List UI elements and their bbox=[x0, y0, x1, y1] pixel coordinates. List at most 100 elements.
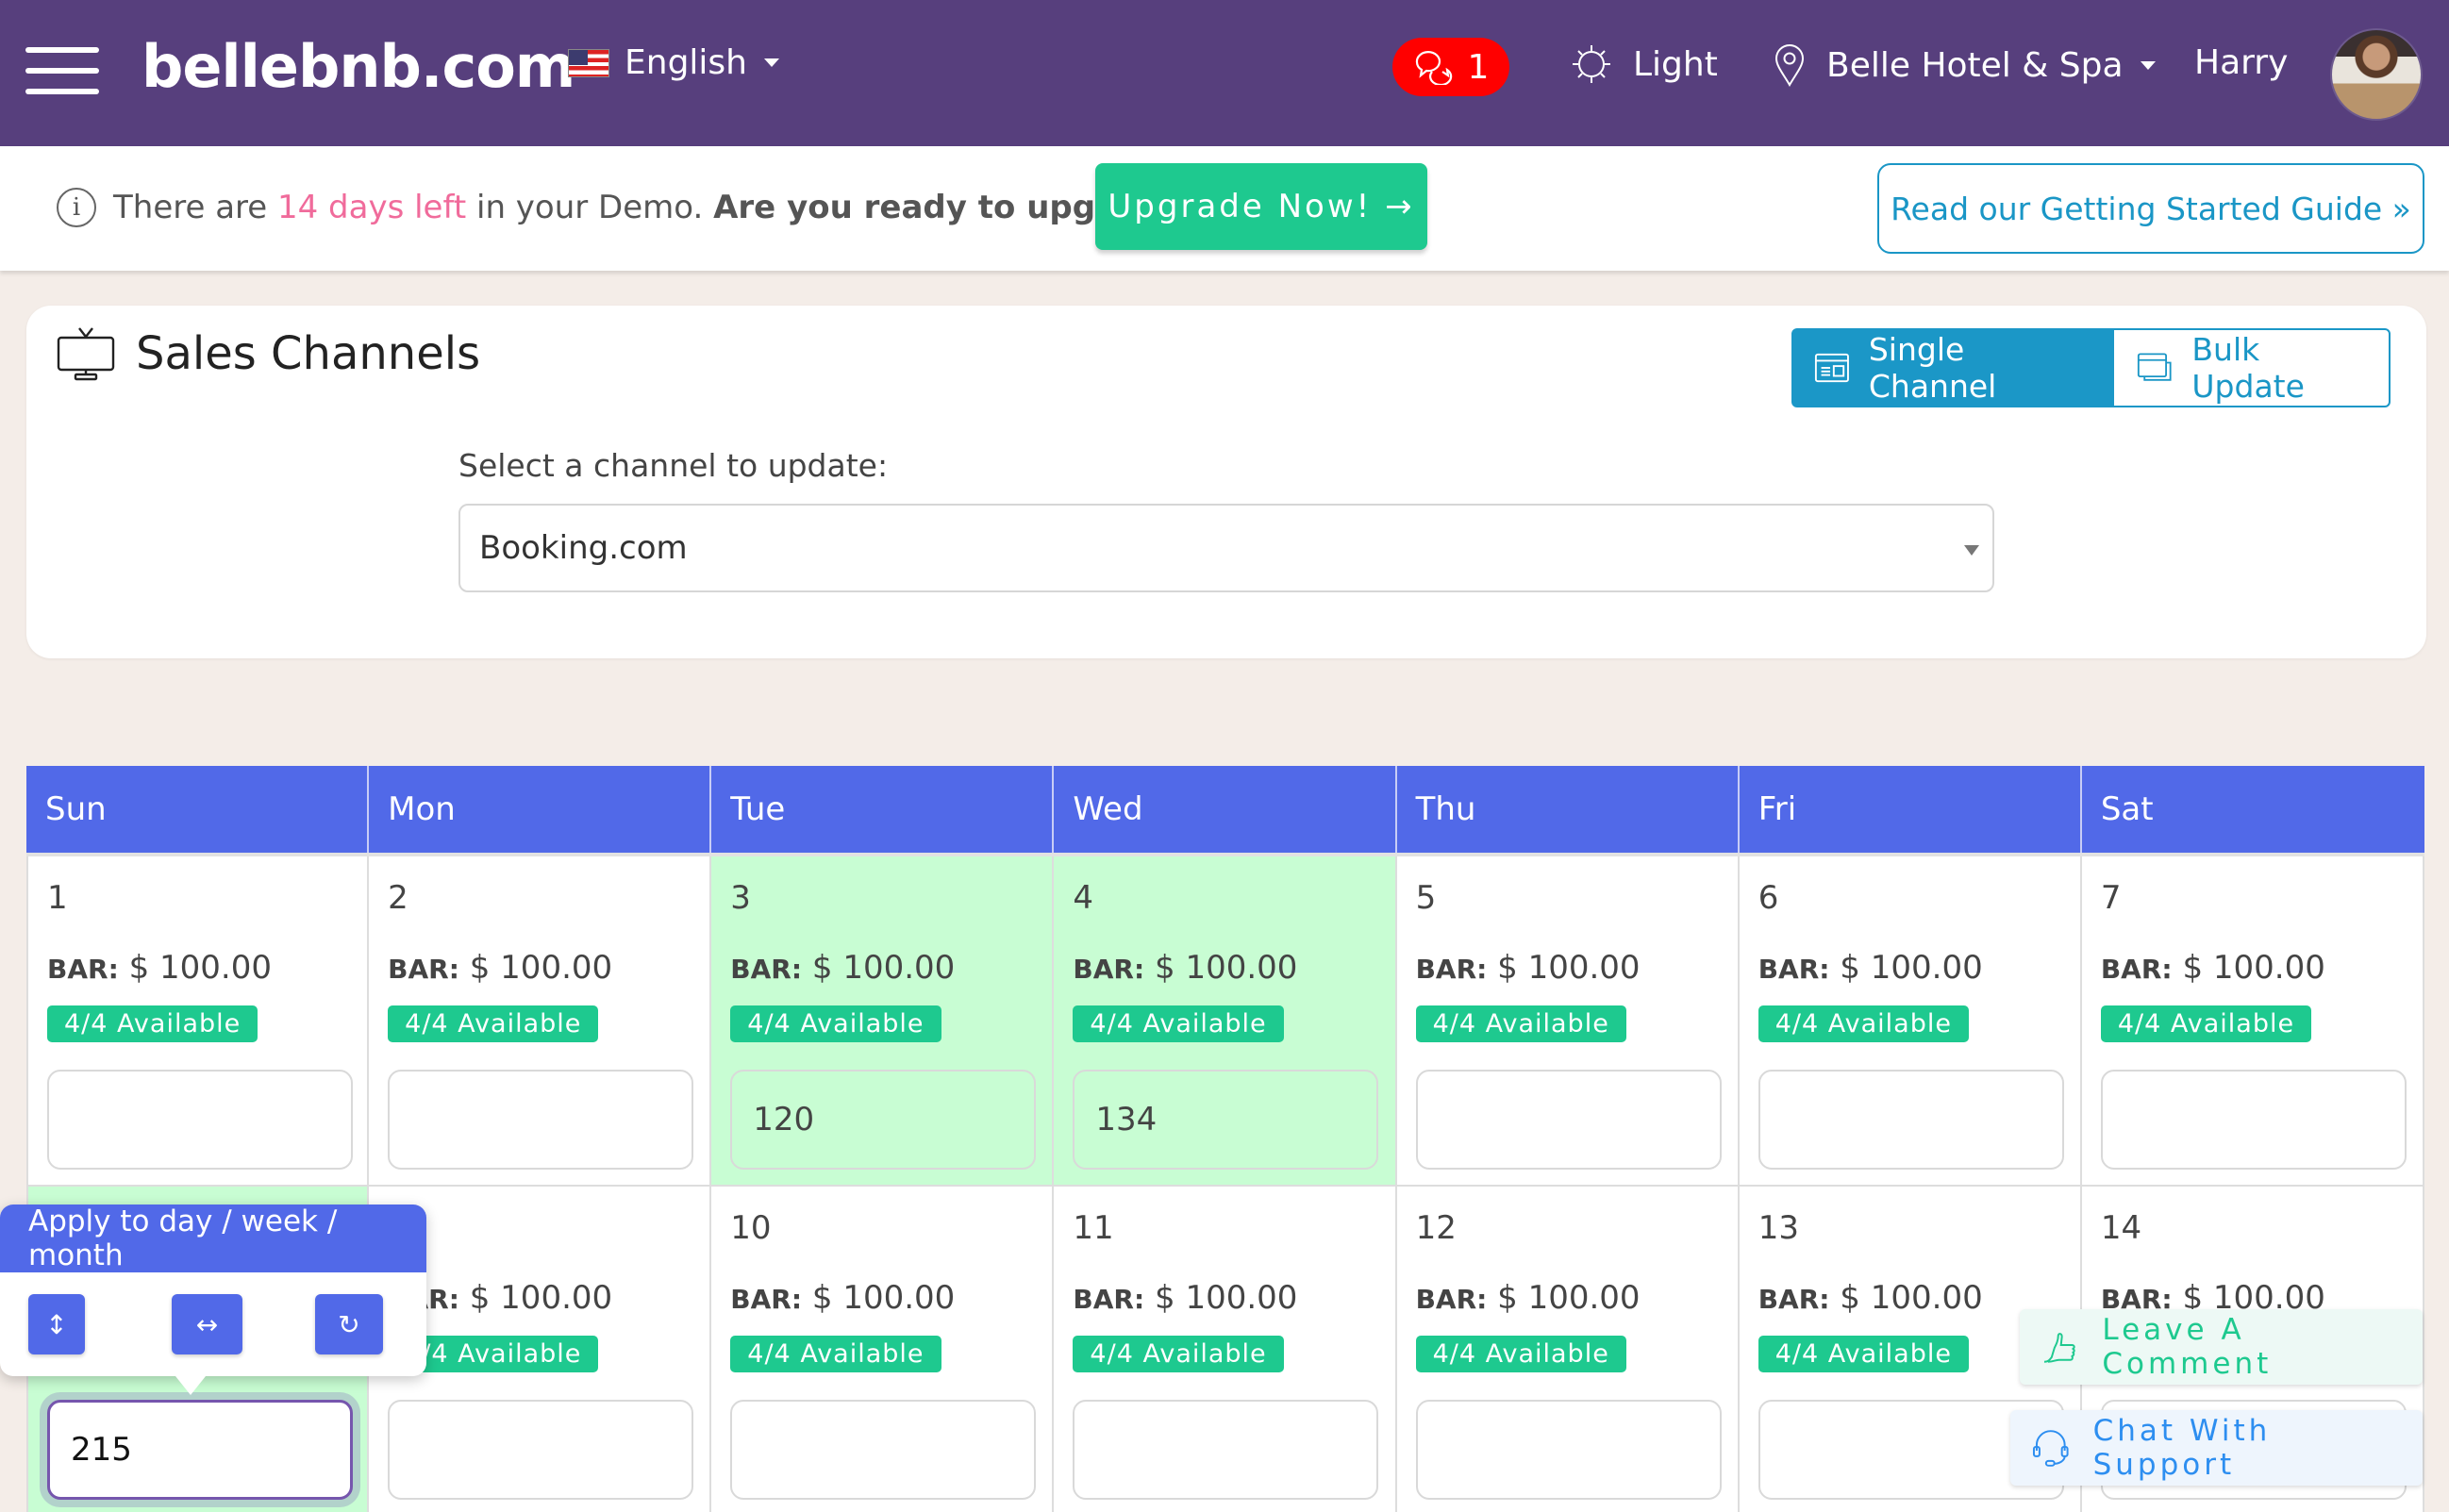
bar-rate: BAR: $ 100.00 bbox=[1758, 949, 1983, 987]
headset-icon bbox=[2032, 1430, 2069, 1467]
bar-rate: BAR: $ 100.00 bbox=[2101, 949, 2325, 987]
day-number: 3 bbox=[730, 879, 751, 917]
property-name: Belle Hotel & Spa bbox=[1826, 45, 2124, 85]
bar-rate: BAR: $ 100.00 bbox=[47, 949, 272, 987]
weekday-header: Sun bbox=[26, 766, 370, 853]
language-label: English bbox=[625, 43, 747, 82]
logo[interactable]: bellebnb.com bbox=[142, 32, 575, 101]
upgrade-now-button[interactable]: Upgrade Now! → bbox=[1095, 163, 1427, 250]
calendar-day-cell[interactable]: 7 BAR: $ 100.00 4/4 Available bbox=[2081, 856, 2424, 1185]
bar-value: $ 100.00 bbox=[1155, 949, 1298, 987]
demo-notice-bar: i There are 14 days left in your Demo. A… bbox=[0, 146, 2449, 271]
weekday-header: Fri bbox=[1740, 766, 2082, 853]
rate-input[interactable] bbox=[1073, 1070, 1379, 1170]
bar-label: BAR: bbox=[730, 954, 803, 985]
language-selector[interactable]: English bbox=[568, 43, 779, 82]
calendar-day-cell[interactable]: 5 BAR: $ 100.00 4/4 Available bbox=[1396, 856, 1740, 1185]
weekday-header: Wed bbox=[1054, 766, 1397, 853]
single-channel-button[interactable]: Single Channel bbox=[1791, 328, 2112, 407]
notice-middle: in your Demo. bbox=[466, 189, 714, 226]
calendar-day-cell[interactable]: 4 BAR: $ 100.00 4/4 Available bbox=[1054, 856, 1397, 1185]
availability-badge: 4/4 Available bbox=[730, 1005, 941, 1042]
notice-prefix: There are bbox=[113, 189, 277, 226]
bar-rate: BAR: $ 100.00 bbox=[1416, 1279, 1641, 1317]
availability-badge: 4/4 Available bbox=[47, 1005, 258, 1042]
rate-input[interactable] bbox=[388, 1400, 694, 1500]
page-title: Sales Channels bbox=[57, 326, 480, 381]
sales-channels-card: Sales Channels Single Channel Bulk Updat… bbox=[26, 306, 2426, 658]
chat-support-button[interactable]: Chat With Support bbox=[2010, 1410, 2423, 1486]
rate-input[interactable] bbox=[1415, 1070, 1722, 1170]
calendar-day-cell[interactable]: 1 BAR: $ 100.00 4/4 Available bbox=[26, 856, 370, 1185]
apply-week-column-button[interactable]: ↕ bbox=[28, 1294, 85, 1354]
rate-input[interactable] bbox=[1073, 1400, 1379, 1500]
calendar-day-cell[interactable]: 12 BAR: $ 100.00 4/4 Available bbox=[1396, 1187, 1740, 1512]
channel-select[interactable]: Booking.com bbox=[458, 504, 1994, 592]
theme-label: Light bbox=[1633, 44, 1718, 84]
day-number: 2 bbox=[388, 879, 408, 917]
calendar-header: Sun Mon Tue Wed Thu Fri Sat bbox=[26, 766, 2424, 853]
leave-comment-label: Leave A Comment bbox=[2102, 1313, 2273, 1381]
rate-input[interactable] bbox=[388, 1070, 694, 1170]
day-number: 5 bbox=[1415, 879, 1437, 917]
menu-icon[interactable] bbox=[25, 47, 99, 94]
rate-input[interactable] bbox=[730, 1400, 1037, 1500]
user-menu[interactable]: Harry bbox=[2194, 43, 2288, 82]
day-number: 6 bbox=[1758, 879, 1779, 917]
rate-input[interactable] bbox=[2100, 1070, 2407, 1170]
user-name: Harry bbox=[2194, 43, 2289, 82]
chevron-down-icon bbox=[2140, 60, 2156, 70]
rate-input[interactable] bbox=[47, 1070, 353, 1170]
calendar-day-cell[interactable]: 2 BAR: $ 100.00 4/4 Available bbox=[369, 856, 712, 1185]
day-number: 11 bbox=[1073, 1209, 1114, 1247]
info-icon: i bbox=[57, 188, 96, 227]
weekday-header: Sat bbox=[2100, 790, 2154, 828]
bar-label: BAR: bbox=[1758, 954, 1830, 985]
bulk-update-label: Bulk Update bbox=[2191, 331, 2305, 405]
days-left: 14 days left bbox=[276, 189, 467, 226]
bar-value: $ 100.00 bbox=[811, 1279, 956, 1317]
rate-input[interactable] bbox=[47, 1400, 353, 1500]
leave-comment-button[interactable]: Leave A Comment bbox=[2020, 1309, 2423, 1385]
bulk-update-button[interactable]: Bulk Update bbox=[2112, 328, 2391, 407]
demo-notice-text: i There are 14 days left in your Demo. A… bbox=[57, 188, 1196, 227]
property-selector[interactable]: Belle Hotel & Spa bbox=[1774, 43, 2156, 87]
bar-rate: BAR: $ 100.00 bbox=[1073, 1279, 1297, 1317]
bar-value: $ 100.00 bbox=[1497, 949, 1641, 987]
availability-badge: 4/4 Available bbox=[1415, 1005, 1626, 1042]
apply-month-button[interactable]: ↻ bbox=[315, 1294, 383, 1354]
rate-calendar: Sun Mon Tue Wed Thu Fri Sat 1 BAR: $ 100.00 4/4 … bbox=[26, 766, 2424, 1512]
day-number: 14 bbox=[2100, 1209, 2142, 1247]
availability-badge: 4/4 Available bbox=[1758, 1005, 1969, 1042]
bar-rate: BAR: $ 100.00 bbox=[388, 949, 612, 987]
apply-week-row-button[interactable]: ↔ bbox=[172, 1294, 242, 1354]
avatar[interactable] bbox=[2330, 28, 2423, 121]
weekday-header: Mon bbox=[369, 766, 712, 853]
calendar-day-cell[interactable]: 3 BAR: $ 100.00 4/4 Available bbox=[711, 856, 1055, 1185]
rate-input[interactable] bbox=[1415, 1400, 1722, 1500]
sun-icon bbox=[1573, 45, 1610, 83]
calendar-day-cell[interactable]: 6 BAR: $ 100.00 4/4 Available bbox=[1739, 856, 2082, 1185]
popover-title: Apply to day / week / month bbox=[0, 1205, 426, 1272]
getting-started-guide-button[interactable]: Read our Getting Started Guide » bbox=[1877, 163, 2424, 254]
bar-value: $ 100.00 bbox=[1497, 1279, 1641, 1317]
theme-toggle[interactable]: Light bbox=[1571, 43, 1718, 85]
chevron-down-icon bbox=[764, 58, 779, 67]
calendar-day-cell[interactable]: 11 BAR: $ 100.00 4/4 Available bbox=[1054, 1187, 1397, 1512]
day-number: 13 bbox=[1758, 1209, 1799, 1247]
channel-select-label: Select a channel to update: bbox=[458, 447, 889, 484]
bar-label: BAR: bbox=[730, 1284, 803, 1315]
messages-button[interactable]: 1 bbox=[1392, 38, 1509, 96]
bar-value: $ 100.00 bbox=[2182, 949, 2325, 987]
day-number: 12 bbox=[1415, 1209, 1457, 1247]
calendar-day-cell[interactable]: 10 BAR: $ 100.00 4/4 Available bbox=[711, 1187, 1055, 1512]
availability-badge: 4/4 Available bbox=[1073, 1336, 1284, 1372]
rate-input[interactable] bbox=[1758, 1070, 2064, 1170]
bar-rate: BAR: $ 100.00 bbox=[1416, 949, 1641, 987]
availability-badge: 4/4 Available bbox=[2100, 1005, 2312, 1042]
availability-badge: 4/4 Available bbox=[730, 1336, 941, 1372]
availability-badge: 4/4 Available bbox=[1073, 1005, 1284, 1042]
rate-input[interactable] bbox=[730, 1070, 1037, 1170]
bar-label: BAR: bbox=[388, 954, 459, 985]
calendar-week-row: 1 BAR: $ 100.00 4/4 Available 2 BAR: $ 100.0… bbox=[26, 856, 2424, 1187]
